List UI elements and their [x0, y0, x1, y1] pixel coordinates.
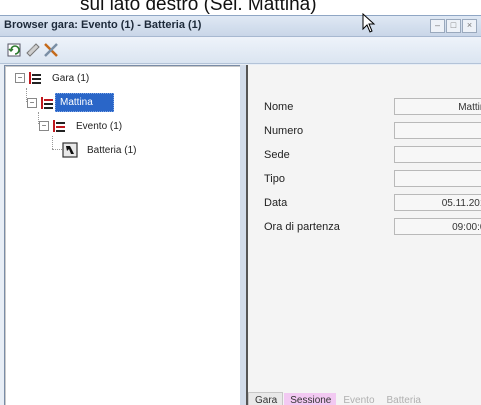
caption-text: sul lato destro (Sel. Mattina): [80, 0, 317, 15]
tipo-field[interactable]: [394, 170, 481, 187]
tree-node-batteria[interactable]: Batteria (1): [62, 142, 139, 158]
tab-gara[interactable]: Gara: [248, 392, 284, 405]
collapse-toggle[interactable]: −: [27, 97, 37, 108]
evento-icon: [53, 120, 65, 132]
tab-sessione[interactable]: Sessione: [284, 393, 337, 405]
prop-label: Sede: [264, 149, 290, 161]
prop-label: Numero: [264, 125, 304, 137]
gara-icon: [29, 72, 41, 84]
maximize-button[interactable]: □: [446, 19, 461, 33]
title-bar[interactable]: Browser gara: Evento (1) - Batteria (1) …: [0, 13, 481, 37]
ora-di-partenza-field[interactable]: 09:00:00: [394, 218, 481, 235]
prop-row-data: Data 05.11.2014: [264, 194, 481, 214]
prop-row-sede: Sede: [264, 146, 481, 166]
tab-batteria[interactable]: Batteria: [380, 393, 426, 405]
tools-icon[interactable]: [42, 41, 60, 59]
batteria-icon: [62, 142, 78, 158]
tree-node-label: Evento (1): [76, 120, 123, 132]
prop-row-ora-di-partenza: Ora di partenza 09:00:00: [264, 218, 481, 238]
window-controls: – □ ×: [430, 19, 477, 33]
prop-row-numero: Numero 1: [264, 122, 481, 142]
mouse-cursor-icon: [362, 13, 376, 33]
tab-evento[interactable]: Evento: [337, 393, 380, 405]
tree-node-label: Gara (1): [52, 72, 90, 84]
tree-connector: [52, 149, 62, 150]
prop-label: Data: [264, 197, 288, 209]
prop-row-tipo: Tipo: [264, 170, 481, 190]
tree-node-label: Mattina: [55, 93, 114, 112]
window-title: Browser gara: Evento (1) - Batteria (1): [4, 19, 202, 31]
screenshot-root: sul lato destro (Sel. Mattina) Browser g…: [0, 0, 481, 405]
tree-node-mattina[interactable]: − Mattina: [27, 93, 114, 112]
refresh-icon[interactable]: [6, 41, 24, 59]
data-field[interactable]: 05.11.2014: [394, 194, 481, 211]
sessione-icon: [41, 96, 53, 109]
tree-node-gara[interactable]: − Gara (1): [15, 70, 92, 86]
tree-connector: [52, 136, 53, 149]
prop-label: Ora di partenza: [264, 221, 340, 233]
minimize-button[interactable]: –: [430, 19, 445, 33]
prop-label: Tipo: [264, 173, 285, 185]
nome-field[interactable]: Mattina: [394, 98, 481, 115]
table-icon[interactable]: [24, 41, 42, 59]
collapse-toggle[interactable]: −: [39, 121, 49, 131]
tree-node-label: Batteria (1): [87, 144, 137, 156]
close-button[interactable]: ×: [462, 19, 477, 33]
tree-panel: − Gara (1) − Mattina − Evento (1) Batter…: [4, 65, 242, 405]
toolbar: [0, 37, 481, 64]
browser-gara-window: Browser gara: Evento (1) - Batteria (1) …: [0, 13, 481, 405]
tree-node-evento[interactable]: − Evento (1): [39, 118, 125, 134]
prop-label: Nome: [264, 101, 294, 113]
numero-field[interactable]: 1: [394, 122, 481, 139]
prop-row-nome: Nome Mattina: [264, 98, 481, 118]
sede-field[interactable]: [394, 146, 481, 163]
properties-panel: Nome Mattina Numero 1 Sede Tipo Data 05.…: [246, 65, 481, 405]
collapse-toggle[interactable]: −: [15, 73, 25, 83]
detail-tabs: Gara Sessione Evento Batteria: [248, 390, 481, 405]
